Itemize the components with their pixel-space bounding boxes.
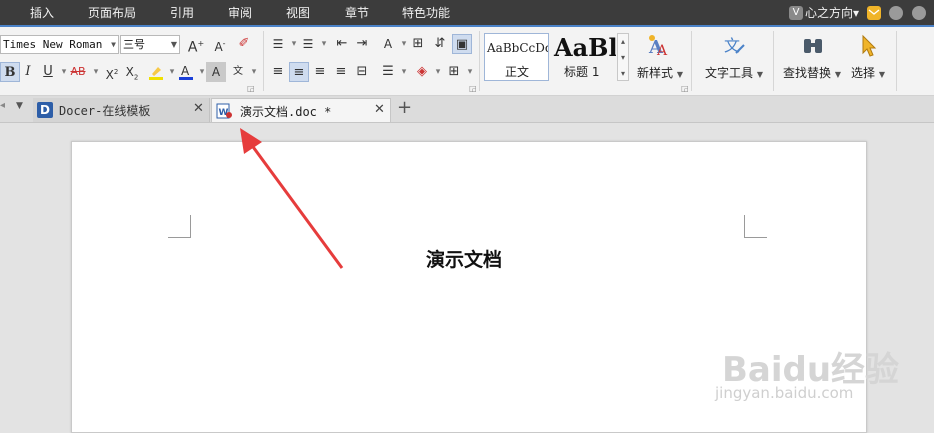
skin-icon[interactable] xyxy=(889,6,903,20)
new-style-label: 新样式 xyxy=(637,66,674,80)
style-heading1-label: 标题 1 xyxy=(564,65,600,79)
find-replace-button[interactable]: 查找替换 ▼ xyxy=(783,64,841,81)
styles-dialog-launcher-icon[interactable]: ◲ xyxy=(681,84,689,93)
text-tools-button[interactable]: 文字工具 ▼ xyxy=(705,64,763,81)
select-label: 选择 xyxy=(851,66,876,80)
shrink-font-icon[interactable]: A- xyxy=(210,34,230,54)
bold-icon[interactable]: B xyxy=(0,62,20,82)
increase-indent-icon[interactable]: ⇥ xyxy=(352,34,372,54)
font-name-combo[interactable]: Times New Roman ▼ xyxy=(0,35,119,54)
table-grid-icon[interactable]: ⊞ xyxy=(408,34,428,54)
find-replace-label: 查找替换 xyxy=(783,66,832,80)
menu-insert[interactable]: 插入 xyxy=(30,0,54,26)
style-normal-preview: AaBbCcDd xyxy=(487,41,549,55)
chevron-down-icon: ▼ xyxy=(170,40,177,49)
style-heading1-preview: AaBl xyxy=(554,33,616,62)
vip-icon: V xyxy=(789,6,803,20)
help-icon[interactable] xyxy=(912,6,926,20)
docer-icon: D xyxy=(37,102,53,118)
subscript-icon[interactable]: X2 xyxy=(122,62,142,82)
menu-page-layout[interactable]: 页面布局 xyxy=(88,0,136,26)
cursor-icon xyxy=(858,33,880,59)
tab-scroll-left-icon[interactable]: ◂ xyxy=(0,100,5,111)
show-marks-icon[interactable]: ▣ xyxy=(452,34,472,54)
tab-demo-doc-label: 演示文档.doc * xyxy=(240,105,332,119)
italic-icon[interactable]: I xyxy=(18,62,38,82)
word-doc-icon: W xyxy=(216,103,232,119)
borders-dropdown-icon[interactable]: ▾ xyxy=(460,62,480,82)
menu-view[interactable]: 视图 xyxy=(286,0,310,26)
select-button[interactable]: 选择 ▼ xyxy=(851,64,885,81)
clear-format-icon[interactable]: ✐ xyxy=(234,34,254,54)
menu-chapter[interactable]: 章节 xyxy=(345,0,369,26)
style-normal-label: 正文 xyxy=(505,65,530,79)
sort-icon[interactable]: ⇵ xyxy=(430,34,450,54)
svg-text:A: A xyxy=(181,64,190,78)
menu-review[interactable]: 审阅 xyxy=(228,0,252,26)
close-icon[interactable]: ✕ xyxy=(193,101,204,116)
numbered-dropdown-icon[interactable]: ▾ xyxy=(314,34,334,54)
paragraph-dialog-launcher-icon[interactable]: ◲ xyxy=(469,84,477,93)
char-shading-icon[interactable]: A xyxy=(206,62,226,82)
ribbon-toolbar: Times New Roman ▼ 三号 ▼ A+ A- ✐ B I U ▾ A… xyxy=(0,27,934,96)
tab-docer-label: Docer-在线模板 xyxy=(59,104,151,118)
new-style-icon: AA xyxy=(645,33,673,59)
superscript-icon[interactable]: X2 xyxy=(102,62,122,82)
margin-corner-left xyxy=(168,215,191,238)
user-menu[interactable]: 心之方向▾ xyxy=(805,0,859,26)
new-tab-icon[interactable]: + xyxy=(397,97,412,118)
justify-icon[interactable]: ≡ xyxy=(331,62,351,82)
binoculars-icon xyxy=(800,33,826,59)
tab-list-dropdown-icon[interactable]: ▼ xyxy=(16,101,23,111)
align-center-icon[interactable]: ≡ xyxy=(289,62,309,82)
chevron-down-icon: ▼ xyxy=(111,40,116,49)
align-left-icon[interactable]: ≡ xyxy=(268,62,288,82)
menu-bar: 插入 页面布局 引用 审阅 视图 章节 特色功能 V 心之方向▾ xyxy=(0,0,934,27)
style-normal[interactable]: AaBbCcDd 正文 xyxy=(484,33,549,81)
separator xyxy=(773,31,774,91)
document-title-text[interactable]: 演示文档 xyxy=(426,245,502,272)
phonetic-dropdown-icon[interactable]: ▾ xyxy=(244,62,264,82)
text-tools-label: 文字工具 xyxy=(705,66,754,80)
style-heading1[interactable]: AaBl 标题 1 xyxy=(550,33,616,81)
text-tools-icon: 文 xyxy=(722,33,748,59)
font-size-combo[interactable]: 三号 ▼ xyxy=(120,35,180,54)
margin-corner-right xyxy=(744,215,767,238)
separator xyxy=(479,31,480,91)
document-tab-bar: ◂ ▼ D Docer-在线模板 ✕ W 演示文档.doc * ✕ + xyxy=(0,96,934,123)
svg-text:A: A xyxy=(656,43,668,59)
align-right-icon[interactable]: ≡ xyxy=(310,62,330,82)
tab-demo-doc[interactable]: W 演示文档.doc * ✕ xyxy=(211,98,391,122)
grow-font-icon[interactable]: A+ xyxy=(186,34,206,56)
mail-icon[interactable] xyxy=(867,6,881,20)
style-gallery-scroll[interactable]: ▴ ▾ ▾ xyxy=(617,33,629,81)
decrease-indent-icon[interactable]: ⇤ xyxy=(332,34,352,54)
separator xyxy=(263,31,264,91)
annotation-arrow xyxy=(240,128,344,269)
distribute-icon[interactable]: ⊟ xyxy=(352,62,372,82)
tab-docer[interactable]: D Docer-在线模板 ✕ xyxy=(33,98,210,122)
font-name-value: Times New Roman xyxy=(3,38,103,51)
font-dialog-launcher-icon[interactable]: ◲ xyxy=(247,84,255,93)
close-icon[interactable]: ✕ xyxy=(374,102,385,117)
menu-special[interactable]: 特色功能 xyxy=(402,0,450,26)
line-spacing-dropdown-icon[interactable]: ▾ xyxy=(394,62,414,82)
separator xyxy=(691,31,692,91)
strikethrough-icon[interactable]: AB xyxy=(68,62,88,82)
menu-references[interactable]: 引用 xyxy=(170,0,194,26)
separator xyxy=(896,31,897,91)
watermark-url: jingyan.baidu.com xyxy=(715,384,854,402)
font-size-value: 三号 xyxy=(123,38,145,51)
new-style-button[interactable]: 新样式 ▼ xyxy=(637,64,683,81)
